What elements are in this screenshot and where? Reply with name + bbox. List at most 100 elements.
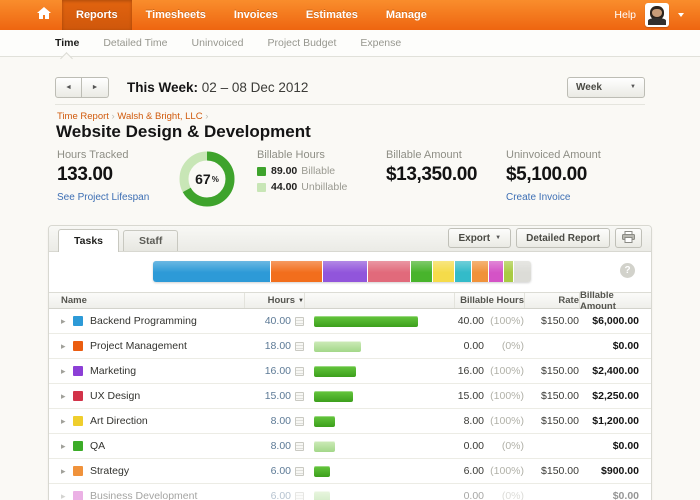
expand-arrow-icon[interactable]: ▸ bbox=[61, 416, 72, 427]
breadcrumb-link[interactable]: Walsh & Bright, LLC bbox=[117, 111, 202, 122]
chart-help-icon[interactable]: ? bbox=[620, 263, 635, 278]
table-row: ▸Project Management18.000.00(0%)$0.00 bbox=[49, 334, 651, 359]
bar-segment[interactable] bbox=[153, 261, 271, 282]
home-button[interactable] bbox=[26, 0, 62, 30]
topnav-item-manage[interactable]: Manage bbox=[372, 0, 441, 30]
bar-segment[interactable] bbox=[271, 261, 324, 282]
rate-cell: $150.00 bbox=[524, 390, 579, 402]
column-billable-hours[interactable]: Billable Hours bbox=[454, 293, 524, 308]
expand-arrow-icon[interactable]: ▸ bbox=[61, 341, 72, 352]
task-color-swatch-icon bbox=[73, 491, 83, 500]
expand-arrow-icon[interactable]: ▸ bbox=[61, 466, 72, 477]
amount-cell: $2,400.00 bbox=[579, 365, 651, 377]
billable-legend-item: 89.00 Billable bbox=[257, 165, 386, 177]
billable-percent: (0%) bbox=[484, 490, 524, 500]
rate-cell: $150.00 bbox=[524, 315, 579, 327]
tab-staff[interactable]: Staff bbox=[123, 230, 178, 251]
subnav-item-uninvoiced[interactable]: Uninvoiced bbox=[192, 37, 244, 49]
bar-segment[interactable] bbox=[411, 261, 433, 282]
header-divider bbox=[55, 104, 645, 105]
column-name[interactable]: Name bbox=[49, 295, 244, 306]
previous-week-button[interactable]: ◄ bbox=[55, 77, 82, 98]
billable-value: 89.00 bbox=[271, 165, 297, 177]
timesheet-note-icon[interactable] bbox=[295, 317, 304, 326]
hours-bar bbox=[314, 441, 335, 452]
bar-segment[interactable] bbox=[472, 261, 489, 282]
period-select[interactable]: Week ▼ bbox=[567, 77, 645, 98]
period-select-value: Week bbox=[576, 82, 602, 93]
timesheet-note-icon[interactable] bbox=[295, 442, 304, 451]
hours-bar-cell bbox=[304, 341, 454, 352]
amount-cell: $0.00 bbox=[579, 440, 651, 452]
expand-arrow-icon[interactable]: ▸ bbox=[61, 316, 72, 327]
hours-tracked-stat: Hours Tracked 133.00 See Project Lifespa… bbox=[57, 149, 178, 203]
billable-hours-value: 0.00 bbox=[464, 490, 484, 500]
column-billable-amount[interactable]: Billable Amount bbox=[579, 293, 651, 308]
task-name-cell: ▸Art Direction bbox=[49, 415, 244, 427]
timesheet-note-icon[interactable] bbox=[295, 367, 304, 376]
hours-value: 15.00 bbox=[265, 390, 291, 402]
topnav-item-invoices[interactable]: Invoices bbox=[220, 0, 292, 30]
print-button[interactable] bbox=[615, 228, 642, 248]
panel-toolbar: Export ▼ Detailed Report bbox=[443, 228, 642, 248]
timesheet-note-icon[interactable] bbox=[295, 392, 304, 401]
tab-tasks[interactable]: Tasks bbox=[58, 229, 119, 252]
bar-segment[interactable] bbox=[433, 261, 455, 282]
expand-arrow-icon[interactable]: ▸ bbox=[61, 491, 72, 500]
bar-segment[interactable] bbox=[514, 261, 531, 282]
billable-amount-label: Billable Amount bbox=[386, 149, 506, 161]
subnav-item-expense[interactable]: Expense bbox=[360, 37, 401, 49]
top-navigation: ReportsTimesheetsInvoicesEstimatesManage… bbox=[0, 0, 700, 30]
next-week-button[interactable]: ► bbox=[82, 77, 109, 98]
billable-hours-cell: 15.00(100%) bbox=[454, 390, 524, 402]
subnav-item-detailed-time[interactable]: Detailed Time bbox=[103, 37, 167, 49]
user-avatar[interactable] bbox=[645, 3, 669, 27]
bar-segment[interactable] bbox=[323, 261, 368, 282]
subnav-item-time[interactable]: Time bbox=[55, 37, 79, 49]
topnav-item-estimates[interactable]: Estimates bbox=[292, 0, 372, 30]
expand-arrow-icon[interactable]: ▸ bbox=[61, 366, 72, 377]
account-menu-caret-icon[interactable] bbox=[678, 13, 684, 17]
billable-percent: (100%) bbox=[484, 415, 524, 427]
timesheet-note-icon[interactable] bbox=[295, 342, 304, 351]
panel-tabs: TasksStaff bbox=[58, 226, 182, 251]
hours-value: 16.00 bbox=[265, 365, 291, 377]
timesheet-note-icon[interactable] bbox=[295, 417, 304, 426]
breadcrumb-link[interactable]: Time Report bbox=[57, 111, 109, 122]
timesheet-note-icon[interactable] bbox=[295, 492, 304, 500]
billable-hours-value: 0.00 bbox=[464, 340, 484, 352]
topnav-item-timesheets[interactable]: Timesheets bbox=[132, 0, 220, 30]
task-name-cell: ▸Strategy bbox=[49, 465, 244, 477]
stacked-bar bbox=[153, 261, 531, 282]
create-invoice-link[interactable]: Create Invoice bbox=[506, 192, 664, 203]
rate-cell: $150.00 bbox=[524, 465, 579, 477]
topnav-item-reports[interactable]: Reports bbox=[62, 0, 132, 30]
amount-cell: $900.00 bbox=[579, 465, 651, 477]
hours-tracked-label: Hours Tracked bbox=[57, 149, 178, 161]
hours-bar bbox=[314, 466, 330, 477]
timesheet-note-icon[interactable] bbox=[295, 467, 304, 476]
subnav-item-project-budget[interactable]: Project Budget bbox=[267, 37, 336, 49]
column-hours[interactable]: Hours ▼ bbox=[244, 293, 304, 308]
task-distribution-chart-area: ? bbox=[49, 252, 651, 292]
hours-cell: 6.00 bbox=[244, 490, 304, 500]
project-lifespan-link[interactable]: See Project Lifespan bbox=[57, 192, 178, 203]
detailed-report-button[interactable]: Detailed Report bbox=[516, 228, 610, 248]
hours-bar-cell bbox=[304, 366, 454, 377]
expand-arrow-icon[interactable]: ▸ bbox=[61, 391, 72, 402]
export-button[interactable]: Export ▼ bbox=[448, 228, 511, 248]
hours-value: 8.00 bbox=[271, 415, 291, 427]
bar-segment[interactable] bbox=[455, 261, 472, 282]
task-name: Backend Programming bbox=[90, 315, 197, 327]
hours-bar bbox=[314, 366, 356, 377]
period-select-caret-icon: ▼ bbox=[630, 84, 636, 90]
breadcrumb: Time Report › Walsh & Bright, LLC › bbox=[57, 111, 208, 122]
bar-segment[interactable] bbox=[489, 261, 504, 282]
help-link[interactable]: Help bbox=[614, 9, 636, 21]
task-color-swatch-icon bbox=[73, 391, 83, 401]
bar-segment[interactable] bbox=[368, 261, 411, 282]
bar-segment[interactable] bbox=[504, 261, 513, 282]
hours-bar-cell bbox=[304, 316, 454, 327]
column-rate[interactable]: Rate bbox=[524, 293, 579, 308]
expand-arrow-icon[interactable]: ▸ bbox=[61, 441, 72, 452]
